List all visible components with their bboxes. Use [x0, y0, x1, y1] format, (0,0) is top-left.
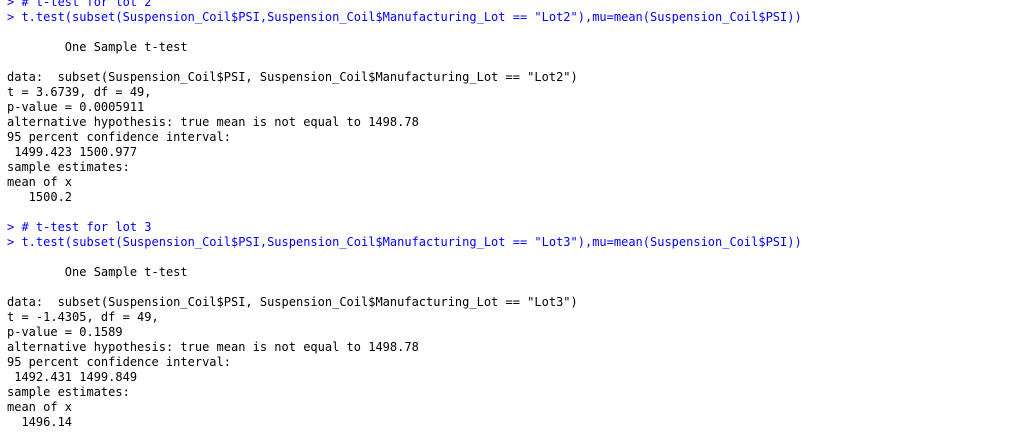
confidence-interval-values: 1492.431 1499.849: [7, 370, 138, 384]
mean-of-x-label: mean of x: [7, 175, 80, 189]
console-comment-line: > # t-test for lot 2: [7, 0, 152, 9]
r-console-output[interactable]: > # t-test for lot 2 > t.test(subset(Sus…: [0, 0, 1035, 439]
test-data-line: data: subset(Suspension_Coil$PSI, Suspen…: [7, 295, 578, 309]
sample-estimates-label: sample estimates:: [7, 160, 130, 174]
alternative-hypothesis-line: alternative hypothesis: true mean is not…: [7, 115, 419, 129]
sample-estimates-label: sample estimates:: [7, 385, 130, 399]
console-command-line: > t.test(subset(Suspension_Coil$PSI,Susp…: [7, 10, 802, 24]
confidence-interval-label: 95 percent confidence interval:: [7, 355, 231, 369]
test-statistic-line: t = 3.6739, df = 49,: [7, 85, 152, 99]
console-comment-line: > # t-test for lot 3: [7, 220, 152, 234]
test-statistic-line: t = -1.4305, df = 49,: [7, 310, 159, 324]
confidence-interval-label: 95 percent confidence interval:: [7, 130, 231, 144]
test-title: One Sample t-test: [7, 265, 188, 279]
mean-of-x-value: 1500.2: [7, 190, 80, 204]
mean-of-x-label: mean of x: [7, 400, 80, 414]
mean-of-x-value: 1496.14: [7, 415, 80, 429]
confidence-interval-values: 1499.423 1500.977: [7, 145, 138, 159]
console-command-line: > t.test(subset(Suspension_Coil$PSI,Susp…: [7, 235, 802, 249]
p-value-line: p-value = 0.1589: [7, 325, 123, 339]
alternative-hypothesis-line: alternative hypothesis: true mean is not…: [7, 340, 419, 354]
test-data-line: data: subset(Suspension_Coil$PSI, Suspen…: [7, 70, 578, 84]
p-value-line: p-value = 0.0005911: [7, 100, 145, 114]
test-title: One Sample t-test: [7, 40, 188, 54]
